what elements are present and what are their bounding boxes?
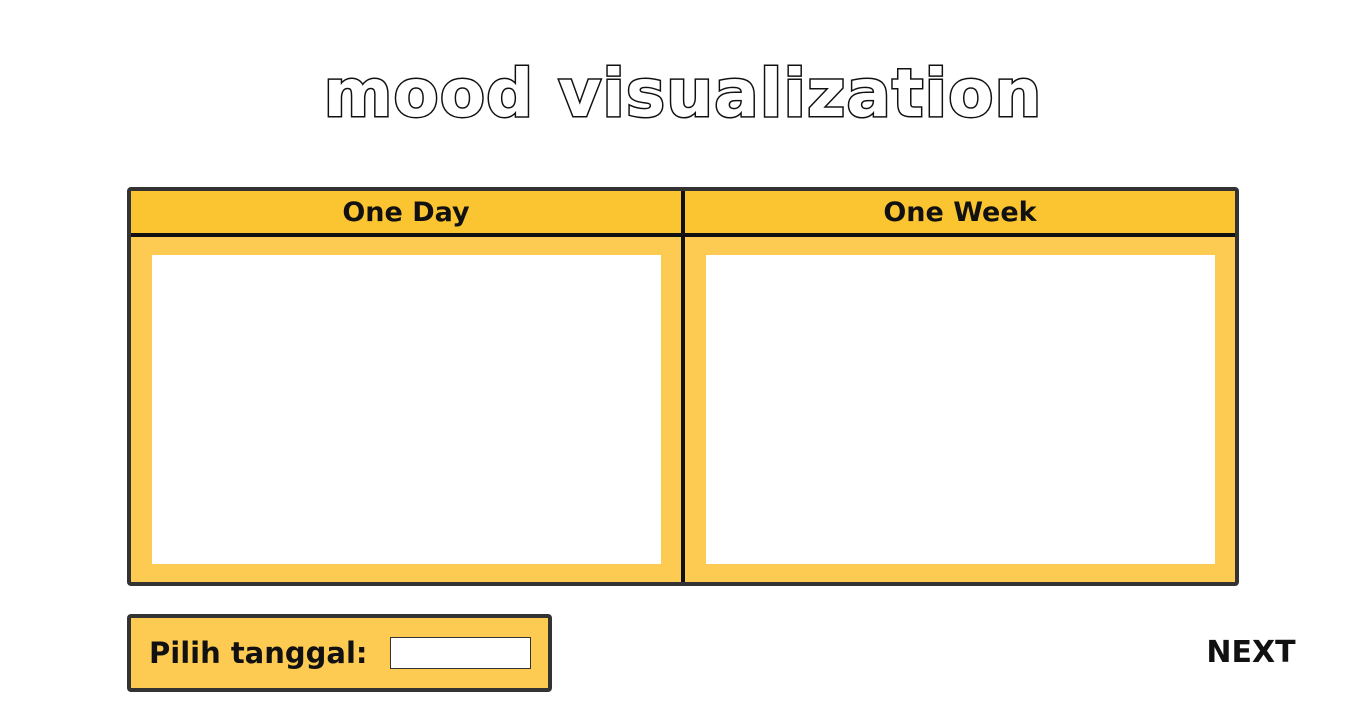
one-day-chart-area <box>152 255 661 564</box>
one-week-chart-area <box>706 255 1215 564</box>
one-day-panel-header: One Day <box>131 191 681 237</box>
page-title: mood visualization <box>322 54 1043 134</box>
one-week-panel-header: One Week <box>685 191 1235 237</box>
mood-visualization-page: mood visualization One Day One Week Pili… <box>0 0 1366 720</box>
one-day-panel: One Day <box>131 191 681 582</box>
date-picker-label: Pilih tanggal: <box>149 636 368 670</box>
next-button[interactable]: NEXT <box>1196 630 1306 674</box>
visualization-panels: One Day One Week <box>127 187 1239 586</box>
one-week-panel: One Week <box>681 191 1235 582</box>
date-input[interactable] <box>389 637 531 669</box>
date-picker-box: Pilih tanggal: <box>127 614 552 692</box>
